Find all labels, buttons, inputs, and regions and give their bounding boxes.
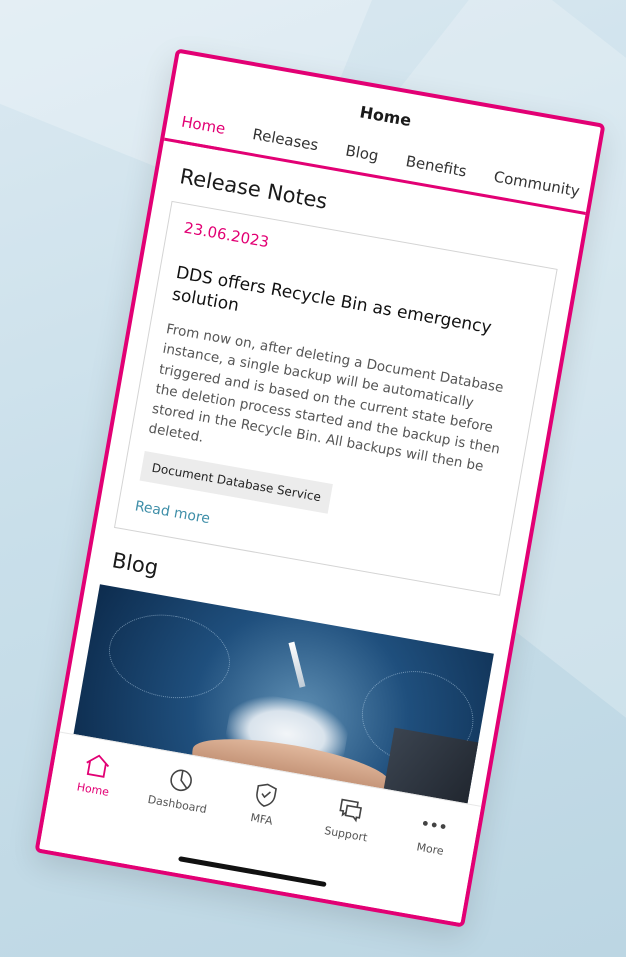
nav-mfa[interactable]: MFA: [222, 775, 307, 833]
tab-community[interactable]: Community: [491, 168, 581, 211]
nav-home[interactable]: Home: [53, 745, 138, 803]
home-icon: [81, 749, 113, 781]
home-indicator[interactable]: [178, 856, 327, 888]
nav-dashboard-label: Dashboard: [146, 792, 208, 817]
nav-more[interactable]: More: [391, 804, 476, 862]
release-note-card[interactable]: 23.06.2023 DDS offers Recycle Bin as eme…: [114, 200, 558, 596]
phone-screen: Home Home Releases Blog Benefits Communi…: [34, 48, 606, 928]
page-title: Home: [358, 101, 413, 130]
nav-mfa-label: MFA: [249, 811, 274, 828]
pie-chart-icon: [165, 764, 197, 796]
tab-blog[interactable]: Blog: [342, 141, 380, 174]
nav-support[interactable]: Support: [306, 790, 391, 848]
nav-home-label: Home: [75, 780, 111, 799]
more-dots-icon: [418, 809, 450, 841]
network-graphic: [102, 605, 237, 708]
nav-dashboard[interactable]: Dashboard: [138, 760, 223, 818]
shield-check-icon: [250, 779, 282, 811]
tab-benefits[interactable]: Benefits: [403, 152, 468, 190]
tab-releases[interactable]: Releases: [249, 125, 320, 164]
chat-bubble-icon: [334, 794, 366, 826]
tab-home[interactable]: Home: [177, 112, 227, 151]
nav-support-label: Support: [323, 824, 369, 845]
rocket-graphic: [288, 641, 306, 688]
nav-more-label: More: [415, 840, 445, 858]
